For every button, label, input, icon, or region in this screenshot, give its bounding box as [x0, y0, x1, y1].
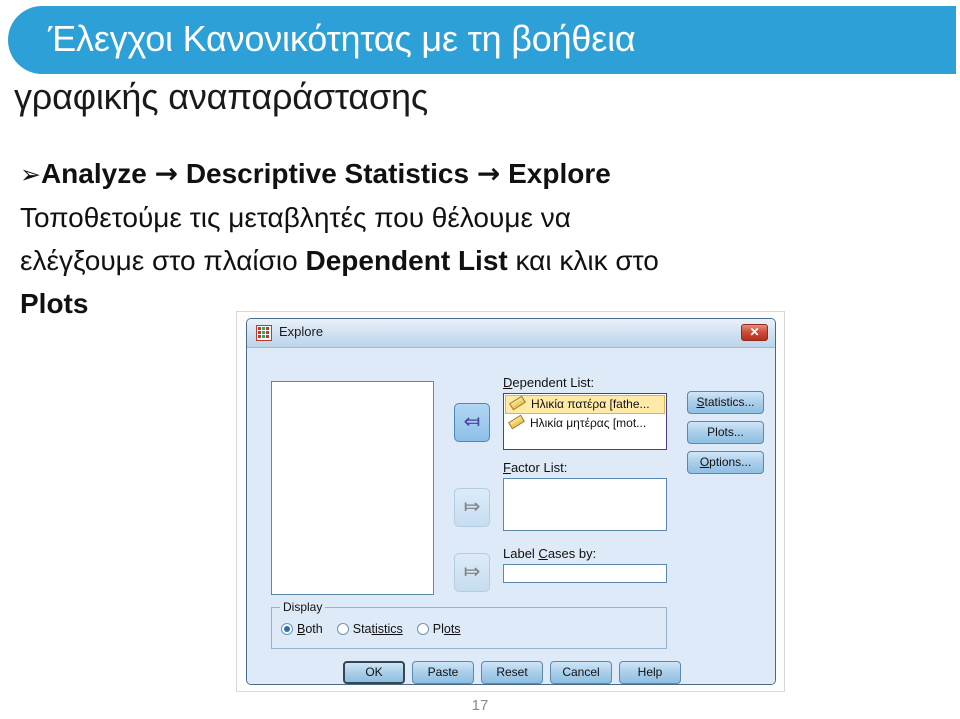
- label-cases-label: Label Cases by:: [503, 546, 597, 561]
- radio-dot-icon: [416, 623, 429, 635]
- radio-statistics[interactable]: Statistics: [336, 622, 403, 636]
- dialog-title: Explore: [279, 324, 324, 339]
- list-item[interactable]: Ηλικία μητέρας [mot...: [505, 414, 665, 433]
- ok-button[interactable]: OK: [343, 661, 405, 684]
- slide-body-text: ➢Analyze → Descriptive Statistics → Expl…: [20, 152, 840, 325]
- emphasis-plots: Plots: [20, 288, 89, 319]
- spss-screenshot-frame: Explore ✕ ⤆ ⤇ ⤇ Dependent List: Ηλικία π…: [236, 311, 785, 692]
- ruler-scale-icon: [509, 396, 526, 411]
- bullet-icon: ➢: [20, 160, 41, 189]
- paste-button[interactable]: Paste: [412, 661, 474, 684]
- explore-dialog: Explore ✕ ⤆ ⤇ ⤇ Dependent List: Ηλικία π…: [246, 318, 776, 685]
- instruction-text-3: και κλικ στο: [515, 245, 659, 276]
- slide-title-line2: γραφικής αναπαράστασης: [14, 76, 428, 117]
- menu-path-line: ➢Analyze → Descriptive Statistics → Expl…: [20, 152, 840, 196]
- move-to-factor-list-button[interactable]: ⤇: [454, 488, 490, 527]
- slide-title-line1: Έλεγχοι Κανονικότητας με τη βοήθεια: [48, 18, 636, 59]
- factor-list-listbox[interactable]: [503, 478, 667, 531]
- menu-descriptive-statistics: Descriptive Statistics: [185, 158, 470, 189]
- list-item-label: Ηλικία πατέρα [fathe...: [531, 397, 650, 411]
- radio-both[interactable]: Both: [281, 622, 323, 636]
- label-cases-input[interactable]: [503, 564, 667, 583]
- dependent-list-label: Dependent List:: [503, 375, 595, 390]
- radio-dot-icon: [281, 623, 293, 635]
- list-item[interactable]: Ηλικία πατέρα [fathe...: [505, 395, 665, 414]
- plots-button[interactable]: Plots...: [687, 421, 764, 444]
- cancel-button[interactable]: Cancel: [550, 661, 612, 684]
- page-number: 17: [471, 697, 489, 714]
- spss-variable-grid-icon: [256, 325, 272, 341]
- list-item-label: Ηλικία μητέρας [mot...: [530, 416, 647, 430]
- factor-list-label: Factor List:: [503, 460, 568, 475]
- emphasis-dependent-list: Dependent List: [305, 245, 508, 276]
- statistics-button[interactable]: Statistics...: [687, 391, 764, 414]
- arrow-right-icon: ⤇: [463, 561, 481, 583]
- arrow-left-icon: ⤆: [463, 411, 481, 433]
- instruction-text-1: Τοποθετούμε τις μεταβλητές που θέλουμε ν…: [20, 202, 571, 233]
- arrow-right-icon: ⤇: [463, 496, 481, 518]
- dialog-body: ⤆ ⤇ ⤇ Dependent List: Ηλικία πατέρα [fat…: [247, 348, 775, 684]
- display-groupbox: Display Both Statistics Plots: [271, 600, 667, 649]
- dialog-titlebar: Explore ✕: [247, 319, 775, 348]
- menu-explore: Explore: [508, 158, 611, 189]
- radio-dot-icon: [336, 623, 349, 635]
- dialog-action-buttons: OK Paste Reset Cancel Help: [247, 661, 775, 684]
- instruction-line-1: Τοποθετούμε τις μεταβλητές που θέλουμε ν…: [20, 196, 840, 239]
- help-button[interactable]: Help: [619, 661, 681, 684]
- menu-analyze: Analyze: [40, 158, 147, 189]
- instruction-line-2: ελέγξουμε στο πλαίσιο Dependent List και…: [20, 239, 840, 282]
- radio-plots[interactable]: Plots: [416, 622, 461, 636]
- close-icon[interactable]: ✕: [741, 324, 768, 341]
- source-variables-listbox[interactable]: [271, 381, 434, 595]
- arrow-right-icon-2: →: [476, 157, 501, 190]
- ruler-scale-icon: [508, 414, 525, 430]
- slide-title-banner: Έλεγχοι Κανονικότητας με τη βοήθεια: [8, 6, 956, 74]
- display-group-caption: Display: [280, 600, 326, 614]
- instruction-text-2: ελέγξουμε στο πλαίσιο: [20, 245, 298, 276]
- dependent-list-listbox[interactable]: Ηλικία πατέρα [fathe... Ηλικία μητέρας […: [503, 393, 667, 450]
- move-to-label-cases-button[interactable]: ⤇: [454, 553, 490, 592]
- arrow-right-icon-1: →: [154, 157, 179, 190]
- reset-button[interactable]: Reset: [481, 661, 543, 684]
- display-radio-row: Both Statistics Plots: [281, 622, 461, 636]
- move-to-dependent-list-button[interactable]: ⤆: [454, 403, 490, 442]
- options-button[interactable]: Options...: [687, 451, 764, 474]
